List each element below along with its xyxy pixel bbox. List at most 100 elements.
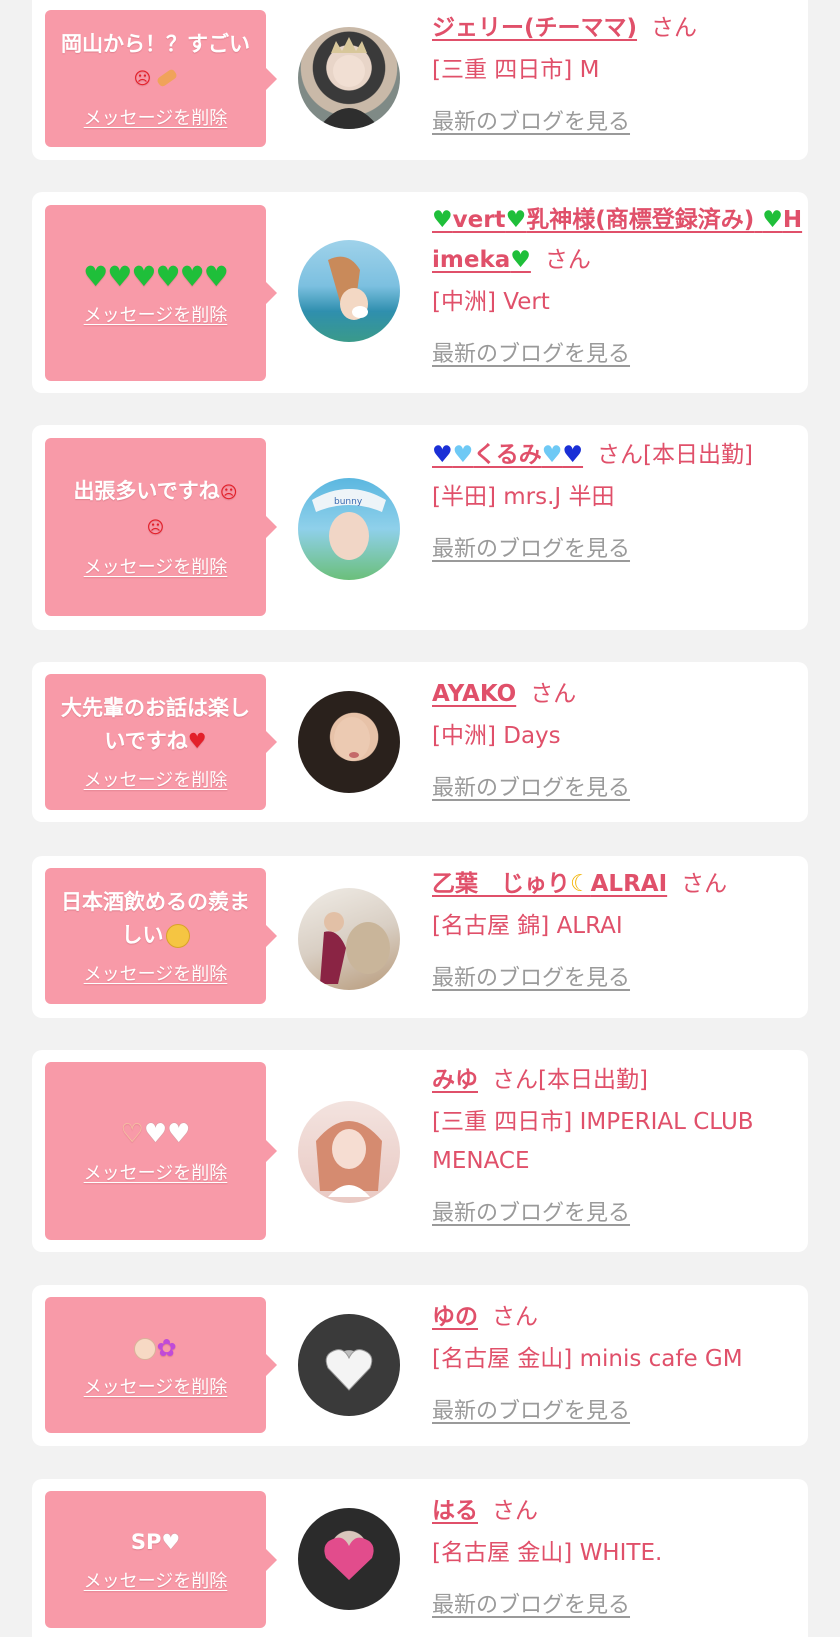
message-bubble: 大先輩のお話は楽しいですね♥ メッセージを削除 bbox=[45, 674, 277, 810]
latest-blog-link[interactable]: 最新のブログを見る bbox=[432, 960, 630, 992]
message-bubble: SP♥ メッセージを削除 bbox=[45, 1491, 277, 1628]
girl-name-link[interactable]: 乙葉 じゅり☾ALRAI bbox=[432, 871, 667, 897]
message-text-wrap: 大先輩のお話は楽しいですね♥ bbox=[57, 692, 254, 758]
delete-message-link[interactable]: メッセージを削除 bbox=[84, 553, 228, 579]
latest-blog-link[interactable]: 最新のブログを見る bbox=[432, 770, 630, 802]
name-line: 乙葉 じゅり☾ALRAI さん bbox=[432, 864, 804, 904]
girl-name-link[interactable]: みゆ bbox=[432, 1067, 478, 1093]
name-suffix: さん bbox=[681, 871, 728, 897]
shop-label: [名古屋 錦] ALRAI bbox=[432, 913, 623, 939]
girl-name-part: ALRAI bbox=[590, 871, 668, 897]
delete-message-link[interactable]: メッセージを削除 bbox=[84, 960, 228, 986]
message-bubble: 岡山から！？すごい ☹ メッセージを削除 bbox=[45, 10, 277, 147]
message-bubble: ✿ メッセージを削除 bbox=[45, 1297, 277, 1433]
girl-name-link[interactable]: ♥♥くるみ♥♥ bbox=[432, 442, 583, 468]
avatar-figure: bunny bbox=[312, 489, 386, 560]
light-blue-heart-icon: ♥ bbox=[541, 442, 563, 468]
avatar-figure bbox=[334, 717, 370, 761]
girl-name-link[interactable]: ゆの bbox=[432, 1304, 478, 1330]
message-text-wrap: 日本酒飲めるの羨ましい bbox=[57, 886, 254, 952]
avatar[interactable] bbox=[298, 1314, 400, 1416]
shop-label: [名古屋 金山] minis cafe GM bbox=[432, 1346, 743, 1372]
delete-message-link[interactable]: メッセージを削除 bbox=[84, 1373, 228, 1399]
message-text: 日本酒飲めるの羨ましい bbox=[61, 890, 250, 947]
avatar[interactable] bbox=[298, 27, 400, 129]
message-text-wrap: ♥♥♥♥♥♥ bbox=[83, 259, 229, 293]
girl-name-link[interactable]: ♥vert♥乳神様(商標登録済み) ♥Himeka♥ bbox=[432, 207, 802, 273]
light-blue-heart-icon: ♥ bbox=[452, 442, 474, 468]
message-text: 岡山から！？すごい bbox=[61, 31, 250, 56]
message-card: 日本酒飲めるの羨ましい メッセージを削除 乙葉 じゅり☾ALRAI さん [名古屋… bbox=[32, 856, 808, 1018]
delete-message-link[interactable]: メッセージを削除 bbox=[84, 766, 228, 792]
shop-label: [中洲] Days bbox=[432, 723, 561, 749]
delete-message-link[interactable]: メッセージを削除 bbox=[84, 301, 228, 327]
profile-info: AYAKO さん [中洲] Days 最新のブログを見る bbox=[432, 674, 804, 802]
name-suffix: さん bbox=[530, 681, 577, 707]
shop-label: [三重 四日市] IMPERIAL CLUB MENACE bbox=[432, 1109, 754, 1174]
name-suffix: さん bbox=[544, 247, 591, 273]
message-list: 岡山から！？すごい ☹ メッセージを削除 ジェリー(チーママ) さん [三重 四日市… bbox=[0, 0, 840, 1637]
message-card: ♥♥♥♥♥♥ メッセージを削除 ♥vert♥乳神様(商標登録済み) ♥Himek… bbox=[32, 192, 808, 393]
blue-heart-icon: ♥ bbox=[562, 442, 584, 468]
delete-message-link[interactable]: メッセージを削除 bbox=[84, 104, 228, 130]
green-heart-icon: ♥ bbox=[179, 259, 205, 293]
baby-face-icon bbox=[134, 1337, 157, 1360]
red-heart-icon: ♥ bbox=[187, 729, 207, 753]
avatar-figure bbox=[316, 1121, 382, 1197]
avatar[interactable] bbox=[298, 240, 400, 342]
green-heart-icon: ♥ bbox=[155, 259, 181, 293]
name-line: みゆ さん[本日出勤] bbox=[432, 1060, 804, 1100]
latest-blog-link[interactable]: 最新のブログを見る bbox=[432, 336, 630, 368]
name-line: はる さん bbox=[432, 1491, 804, 1531]
message-text-wrap: ✿ bbox=[134, 1332, 177, 1365]
profile-info: ゆの さん [名古屋 金山] minis cafe GM 最新のブログを見る bbox=[432, 1297, 804, 1425]
profile-info: ♥vert♥乳神様(商標登録済み) ♥Himeka♥ さん [中洲] Vert 最… bbox=[432, 200, 804, 368]
bandage-icon bbox=[156, 67, 179, 88]
white-heart-icon: ♥ bbox=[143, 1118, 168, 1149]
shop-label: [中洲] Vert bbox=[432, 289, 550, 315]
shop-label: [半田] mrs.J 半田 bbox=[432, 484, 615, 510]
message-card: 大先輩のお話は楽しいですね♥ メッセージを削除 AYAKO さん [中洲] Day… bbox=[32, 662, 808, 822]
green-heart-icon: ♥ bbox=[510, 247, 531, 273]
blue-heart-icon: ♥ bbox=[432, 442, 453, 468]
green-heart-icon: ♥ bbox=[505, 207, 527, 233]
profile-info: 乙葉 じゅり☾ALRAI さん [名古屋 錦] ALRAI 最新のブログを見る bbox=[432, 864, 804, 992]
message-card: 出張多いですね☹ ☹ メッセージを削除 bunny ♥♥くるみ♥♥ さん[本日出勤]… bbox=[32, 425, 808, 630]
delete-message-link[interactable]: メッセージを削除 bbox=[84, 1567, 228, 1593]
green-heart-icon: ♥ bbox=[107, 259, 132, 293]
message-text: 大先輩のお話は楽しいですね bbox=[61, 696, 250, 753]
avatar[interactable]: bunny bbox=[298, 478, 400, 580]
name-line: ゆの さん bbox=[432, 1297, 804, 1337]
latest-blog-link[interactable]: 最新のブログを見る bbox=[432, 1393, 630, 1425]
latest-blog-link[interactable]: 最新のブログを見る bbox=[432, 104, 630, 136]
delete-message-link[interactable]: メッセージを削除 bbox=[84, 1159, 228, 1185]
message-card: 岡山から！？すごい ☹ メッセージを削除 ジェリー(チーママ) さん [三重 四日市… bbox=[32, 0, 808, 160]
avatar[interactable] bbox=[298, 691, 400, 793]
green-heart-icon: ♥ bbox=[762, 207, 783, 233]
girl-name-part: vert bbox=[452, 207, 506, 233]
name-line: ジェリー(チーママ) さん bbox=[432, 8, 804, 48]
profile-info: ジェリー(チーママ) さん [三重 四日市] M 最新のブログを見る bbox=[432, 8, 804, 136]
girl-name-part: 乳神様(商標登録済み) bbox=[526, 207, 755, 233]
girl-name-link[interactable]: AYAKO bbox=[432, 681, 516, 707]
latest-blog-link[interactable]: 最新のブログを見る bbox=[432, 1195, 630, 1227]
name-suffix: さん bbox=[492, 1498, 538, 1524]
latest-blog-link[interactable]: 最新のブログを見る bbox=[432, 1587, 630, 1619]
name-suffix: さん bbox=[651, 15, 698, 41]
avatar[interactable] bbox=[298, 1508, 400, 1610]
girl-name-link[interactable]: はる bbox=[432, 1498, 478, 1524]
name-line: ♥vert♥乳神様(商標登録済み) ♥Himeka♥ さん bbox=[432, 200, 804, 280]
message-card: ♡♥♥ メッセージを削除 みゆ さん[本日出勤] [三重 四日市] IMPERIA… bbox=[32, 1050, 808, 1252]
message-text: 出張多いですね bbox=[73, 479, 220, 503]
avatar[interactable] bbox=[298, 1101, 400, 1203]
message-text: SP bbox=[130, 1530, 162, 1554]
message-text-wrap: 岡山から！？すごい ☹ bbox=[57, 28, 254, 96]
shop-label: [名古屋 金山] WHITE. bbox=[432, 1540, 663, 1566]
name-suffix: さん bbox=[492, 1304, 538, 1330]
latest-blog-link[interactable]: 最新のブログを見る bbox=[432, 531, 630, 563]
profile-info: ♥♥くるみ♥♥ さん[本日出勤] [半田] mrs.J 半田 最新のブログを見る bbox=[432, 435, 804, 563]
avatar[interactable] bbox=[298, 888, 400, 990]
girl-name-link[interactable]: ジェリー(チーママ) bbox=[432, 15, 637, 41]
sad-face-icon: ☹ bbox=[133, 68, 152, 89]
shop-label: [三重 四日市] M bbox=[432, 57, 600, 83]
